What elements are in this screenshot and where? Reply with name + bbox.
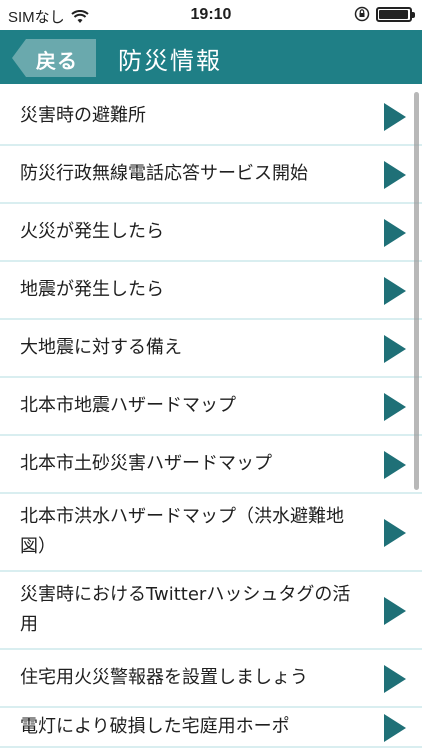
list-item[interactable]: 住宅用火災警報器を設置しましょう xyxy=(0,650,422,708)
page-title: 防災情報 xyxy=(118,47,222,75)
list-item[interactable]: 地震が発生したら xyxy=(0,262,422,320)
list-item-label: 住宅用火災警報器を設置しましょう xyxy=(20,667,308,688)
chevron-right-icon xyxy=(384,451,406,479)
list-item-label: 災害時におけるTwitterハッシュタグの活用 xyxy=(20,584,351,635)
menu-list: 災害時の避難所防災行政無線電話応答サービス開始 火災が発生したら 地震が発生したら大… xyxy=(0,88,422,748)
chevron-right-icon xyxy=(384,103,406,131)
list-item-label: 北本市土砂災害ハザードマップ xyxy=(20,453,272,474)
list-item[interactable]: 北本市地震ハザードマップ xyxy=(0,378,422,436)
status-bar: SIMなし 19:10 xyxy=(0,0,422,30)
back-button-label: 戻る xyxy=(36,51,78,73)
list-item[interactable]: 災害時の避難所 xyxy=(0,88,422,146)
list-item-label: 北本市地震ハザードマップ xyxy=(20,395,236,416)
back-button[interactable]: 戻る xyxy=(12,39,96,77)
list-item-label: 災害時の避難所 xyxy=(20,105,146,126)
list-item-label: 地震が発生したら xyxy=(20,279,164,300)
list-item-label: 大地震に対する備え xyxy=(20,337,182,358)
chevron-right-icon xyxy=(384,665,406,693)
list-item-label: 電灯により破損した宅庭用ホーポ xyxy=(20,716,290,737)
list-item[interactable]: 北本市土砂災害ハザードマップ xyxy=(0,436,422,494)
chevron-right-icon xyxy=(384,714,406,742)
list-item[interactable]: 災害時におけるTwitterハッシュタグの活用 xyxy=(0,572,422,650)
header-bar: 戻る 防災情報 xyxy=(0,30,422,84)
chevron-right-icon xyxy=(384,393,406,421)
list-item-label: 防災行政無線電話応答サービス開始 xyxy=(20,163,308,184)
chevron-right-icon xyxy=(384,161,406,189)
list-item-label: 火災が発生したら xyxy=(20,221,164,242)
chevron-right-icon xyxy=(384,277,406,305)
battery-icon xyxy=(376,6,415,22)
chevron-right-icon xyxy=(384,219,406,247)
list-item[interactable]: 電灯により破損した宅庭用ホーポ xyxy=(0,708,422,748)
status-right xyxy=(354,6,415,22)
chevron-right-icon xyxy=(384,335,406,363)
list-item[interactable]: 北本市洪水ハザードマップ（洪水避難地図） xyxy=(0,494,422,572)
list-item[interactable]: 大地震に対する備え xyxy=(0,320,422,378)
list-item[interactable]: 防災行政無線電話応答サービス開始 xyxy=(0,146,422,204)
scrollbar[interactable] xyxy=(414,92,419,490)
orientation-lock-icon xyxy=(354,6,370,22)
battery-level xyxy=(379,9,408,19)
list-item[interactable]: 火災が発生したら xyxy=(0,204,422,262)
list-item-label: 北本市洪水ハザードマップ（洪水避難地図） xyxy=(20,506,344,557)
chevron-right-icon xyxy=(384,597,406,625)
chevron-right-icon xyxy=(384,519,406,547)
